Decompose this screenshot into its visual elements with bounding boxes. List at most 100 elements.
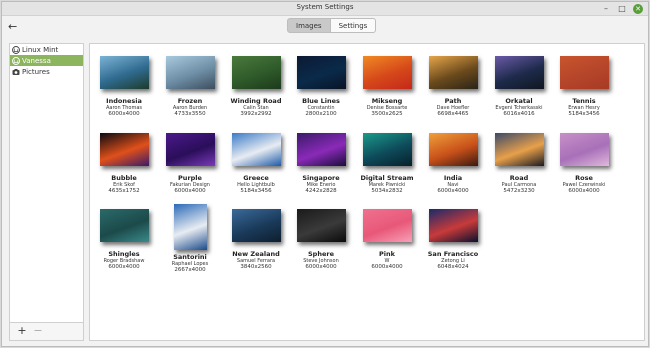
- wallpaper-resolution: 6000x4000: [108, 111, 140, 117]
- close-icon[interactable]: ✕: [633, 4, 643, 14]
- wallpaper-name: Digital Stream: [360, 174, 414, 182]
- sidebar-item-pictures[interactable]: Pictures: [10, 66, 83, 77]
- wallpaper-name: Orkatal: [505, 97, 533, 105]
- wallpaper-thumbnail[interactable]: [428, 56, 478, 89]
- wallpaper-name: Pink: [379, 250, 395, 258]
- wallpaper-tile[interactable]: Blue Lines Constantin 2800x2100: [290, 56, 352, 118]
- back-arrow-icon[interactable]: ←: [8, 20, 17, 33]
- wallpaper-resolution: 5034x2832: [371, 188, 403, 194]
- wallpaper-tile[interactable]: Rose Pawel Czerwinski 6000x4000: [553, 133, 615, 195]
- wallpaper-name: Sphere: [308, 250, 334, 258]
- wallpaper-resolution: 3500x2625: [371, 111, 403, 117]
- wallpaper-resolution: 4635x1752: [108, 188, 140, 194]
- maximize-icon[interactable]: □: [617, 4, 627, 14]
- wallpaper-thumbnail[interactable]: [296, 56, 346, 89]
- wallpaper-tile[interactable]: Orkatal Evgeni Tcherkasski 6016x4016: [488, 56, 550, 118]
- wallpaper-thumbnail[interactable]: [428, 133, 478, 166]
- wallpaper-tile[interactable]: Digital Stream Marek Piwnicki 5034x2832: [356, 133, 418, 195]
- wallpaper-tile[interactable]: India Navi 6000x4000: [422, 133, 484, 195]
- wallpaper-name: Tennis: [572, 97, 596, 105]
- wallpaper-grid: Indonesia Aaron Thomas 6000x4000 Frozen Aaro…: [89, 43, 645, 341]
- wallpaper-tile[interactable]: Purple Fakurian Design 6000x4000: [159, 133, 221, 195]
- wallpaper-name: Shingles: [108, 250, 140, 258]
- wallpaper-tile[interactable]: Santorini Raphael Lopes 2667x4000: [159, 204, 221, 274]
- wallpaper-tile[interactable]: New Zealand Samuel Ferrara 3840x2560: [225, 209, 287, 271]
- tab-settings[interactable]: Settings: [330, 18, 377, 33]
- wallpaper-thumbnail[interactable]: [362, 133, 412, 166]
- wallpaper-resolution: 4733x3550: [174, 111, 206, 117]
- wallpaper-thumbnail[interactable]: [559, 56, 609, 89]
- wallpaper-thumbnail[interactable]: [559, 133, 609, 166]
- wallpaper-resolution: 5184x3456: [568, 111, 600, 117]
- wallpaper-name: Frozen: [177, 97, 203, 105]
- wallpaper-name: Indonesia: [106, 97, 142, 105]
- toolbar: ← Images Settings: [2, 17, 648, 37]
- wallpaper-resolution: 4242x2828: [305, 188, 337, 194]
- wallpaper-name: Winding Road: [230, 97, 282, 105]
- wallpaper-resolution: 6048x4024: [437, 264, 469, 270]
- sidebar-item-label: Pictures: [22, 67, 50, 76]
- wallpaper-resolution: 6000x4000: [437, 188, 469, 194]
- wallpaper-tile[interactable]: Pink W 6000x4000: [356, 209, 418, 271]
- wallpaper-resolution: 6698x4465: [437, 111, 469, 117]
- wallpaper-name: Greece: [243, 174, 269, 182]
- minimize-icon[interactable]: –: [601, 4, 611, 14]
- wallpaper-thumbnail[interactable]: [428, 209, 478, 242]
- wallpaper-name: San Francisco: [427, 250, 479, 258]
- wallpaper-thumbnail[interactable]: [231, 56, 281, 89]
- wallpaper-thumbnail[interactable]: [494, 133, 544, 166]
- wallpaper-tile[interactable]: Frozen Aaron Burden 4733x3550: [159, 56, 221, 118]
- wallpaper-thumbnail[interactable]: [494, 56, 544, 89]
- wallpaper-resolution: 3992x2992: [240, 111, 272, 117]
- wallpaper-tile[interactable]: Path Dave Hoefler 6698x4465: [422, 56, 484, 118]
- wallpaper-tile[interactable]: Road Paul Carmona 5472x3230: [488, 133, 550, 195]
- wallpaper-name: Path: [444, 97, 462, 105]
- wallpaper-thumbnail[interactable]: [173, 204, 207, 250]
- wallpaper-tile[interactable]: Greece Hello Lightbulb 5184x3456: [225, 133, 287, 195]
- wallpaper-tile[interactable]: Sphere Steve Johnson 6000x4000: [290, 209, 352, 271]
- sidebar-item-label: Vanessa: [22, 56, 51, 65]
- wallpaper-thumbnail[interactable]: [99, 56, 149, 89]
- wallpaper-tile[interactable]: Winding Road Calin Stan 3992x2992: [225, 56, 287, 118]
- add-folder-button[interactable]: +: [15, 325, 29, 338]
- wallpaper-resolution: 6000x4000: [568, 188, 600, 194]
- wallpaper-name: Blue Lines: [302, 97, 340, 105]
- wallpaper-resolution: 6000x4000: [174, 188, 206, 194]
- wallpaper-tile[interactable]: Indonesia Aaron Thomas 6000x4000: [93, 56, 155, 118]
- tab-images[interactable]: Images: [287, 18, 331, 33]
- wallpaper-resolution: 5184x3456: [240, 188, 272, 194]
- wallpaper-resolution: 3840x2560: [240, 264, 272, 270]
- wallpaper-resolution: 6000x4000: [371, 264, 403, 270]
- wallpaper-name: Santorini: [173, 253, 207, 261]
- sidebar: Linux Mint Vanessa Pictures + −: [9, 43, 84, 341]
- wallpaper-name: Mikseng: [371, 97, 403, 105]
- wallpaper-thumbnail[interactable]: [296, 133, 346, 166]
- wallpaper-thumbnail[interactable]: [231, 133, 281, 166]
- wallpaper-name: Road: [509, 174, 529, 182]
- wallpaper-resolution: 5472x3230: [503, 188, 535, 194]
- mint-logo-icon: [12, 45, 20, 54]
- remove-folder-button[interactable]: −: [31, 325, 45, 338]
- wallpaper-tile[interactable]: Tennis Erwan Hesry 5184x3456: [553, 56, 615, 118]
- wallpaper-tile[interactable]: Bubble Erik Skof 4635x1752: [93, 133, 155, 195]
- wallpaper-tile[interactable]: Singapore Mike Enerio 4242x2828: [290, 133, 352, 195]
- wallpaper-tile[interactable]: Shingles Roger Bradshaw 6000x4000: [93, 209, 155, 271]
- sidebar-item-vanessa[interactable]: Vanessa: [10, 55, 83, 66]
- wallpaper-name: Singapore: [302, 174, 340, 182]
- window-title: System Settings: [296, 3, 354, 11]
- sidebar-item-label: Linux Mint: [22, 45, 59, 54]
- wallpaper-thumbnail[interactable]: [231, 209, 281, 242]
- wallpaper-thumbnail[interactable]: [362, 209, 412, 242]
- sidebar-item-linux-mint[interactable]: Linux Mint: [10, 44, 83, 55]
- wallpaper-thumbnail[interactable]: [165, 56, 215, 89]
- wallpaper-thumbnail[interactable]: [99, 209, 149, 242]
- wallpaper-thumbnail[interactable]: [362, 56, 412, 89]
- camera-icon: [12, 68, 20, 76]
- wallpaper-thumbnail[interactable]: [296, 209, 346, 242]
- wallpaper-resolution: 6000x4000: [305, 264, 337, 270]
- wallpaper-thumbnail[interactable]: [99, 133, 149, 166]
- wallpaper-thumbnail[interactable]: [165, 133, 215, 166]
- wallpaper-tile[interactable]: Mikseng Denise Bossarte 3500x2625: [356, 56, 418, 118]
- wallpaper-tile[interactable]: San Francisco Zetong Li 6048x4024: [422, 209, 484, 271]
- wallpaper-resolution: 6016x4016: [503, 111, 535, 117]
